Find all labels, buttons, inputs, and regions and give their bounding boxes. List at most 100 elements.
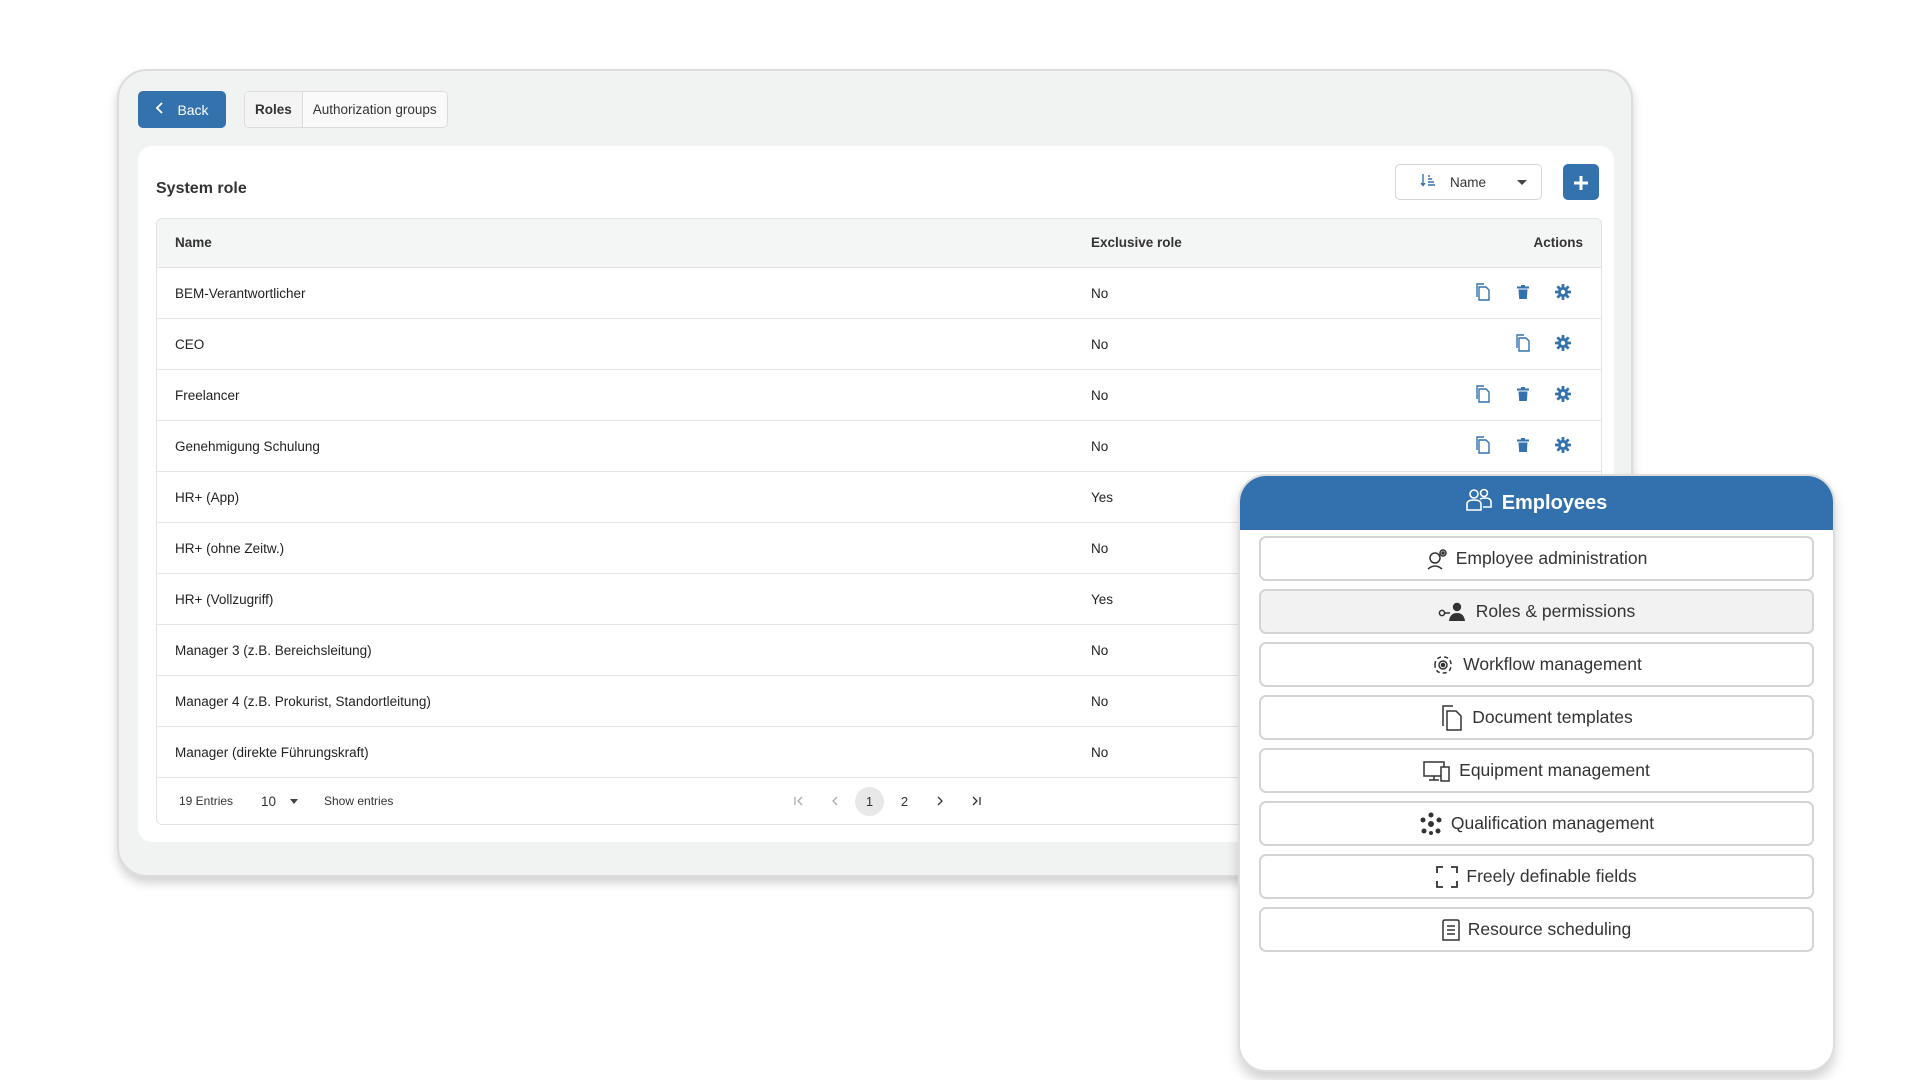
page-navigation: 1 2 — [785, 786, 989, 816]
delete-role-button[interactable] — [1503, 380, 1543, 410]
menu-item-document-templates[interactable]: Document templates — [1259, 695, 1814, 740]
menu-item-label: Freely definable fields — [1466, 866, 1637, 886]
exclusive-role-value: Yes — [1091, 489, 1114, 505]
exclusive-role-value: No — [1091, 387, 1109, 403]
copy-icon — [1475, 384, 1491, 406]
copy-icon — [1475, 282, 1491, 304]
role-name: BEM-Verantwortlicher — [175, 285, 306, 301]
page-2-button[interactable]: 2 — [890, 787, 919, 816]
back-button[interactable]: Back — [138, 91, 226, 128]
top-bar: Back Roles Authorization groups — [138, 91, 448, 128]
role-name: Freelancer — [175, 387, 240, 403]
delete-role-button[interactable] — [1503, 431, 1543, 461]
sort-ascending-icon — [1420, 172, 1442, 192]
last-page-icon — [972, 796, 981, 806]
table-row: Genehmigung Schulung No — [157, 421, 1601, 472]
workflow-gear-icon — [1431, 654, 1455, 676]
sort-select[interactable]: Name — [1395, 164, 1542, 200]
delete-role-button[interactable] — [1503, 278, 1543, 308]
role-settings-button[interactable] — [1543, 278, 1583, 308]
exclusive-role-value: No — [1091, 285, 1109, 301]
menu-item-workflow-management[interactable]: Workflow management — [1259, 642, 1814, 687]
exclusive-role-value: No — [1091, 642, 1109, 658]
devices-icon — [1423, 760, 1451, 782]
employees-panel: Employees Employee administration Roles &… — [1238, 474, 1835, 1072]
per-page-value: 10 — [261, 793, 277, 809]
employees-menu: Employee administration Roles & permissio… — [1240, 530, 1833, 952]
role-name: HR+ (Vollzugriff) — [175, 591, 274, 607]
sort-selected-value: Name — [1450, 174, 1487, 190]
menu-item-label: Employee administration — [1455, 548, 1648, 568]
copy-role-button[interactable] — [1463, 431, 1503, 461]
gear-icon — [1555, 334, 1571, 354]
copy-role-button[interactable] — [1463, 380, 1503, 410]
add-role-button[interactable] — [1563, 164, 1599, 200]
menu-item-employee-administration[interactable]: Employee administration — [1259, 536, 1814, 581]
role-name: Genehmigung Schulung — [175, 438, 320, 454]
role-settings-button[interactable] — [1543, 431, 1583, 461]
menu-item-label: Resource scheduling — [1467, 919, 1632, 939]
documents-icon — [1440, 704, 1464, 731]
last-page-button[interactable] — [960, 787, 989, 816]
menu-item-label: Qualification management — [1450, 813, 1655, 833]
tab-roles[interactable]: Roles — [245, 92, 303, 127]
tab-bar: Roles Authorization groups — [244, 91, 448, 128]
employees-panel-header: Employees — [1240, 476, 1833, 530]
per-page-select[interactable]: 10 — [261, 793, 299, 809]
copy-role-button[interactable] — [1463, 278, 1503, 308]
menu-item-equipment-management[interactable]: Equipment management — [1259, 748, 1814, 793]
copy-role-button[interactable] — [1503, 329, 1543, 359]
trash-icon — [1517, 386, 1529, 404]
role-name: HR+ (App) — [175, 489, 240, 505]
table-header: Name Exclusive role Actions — [157, 219, 1601, 268]
first-page-button[interactable] — [785, 787, 814, 816]
role-name: HR+ (ohne Zeitw.) — [175, 540, 285, 556]
menu-item-roles-and-permissions[interactable]: Roles & permissions — [1259, 589, 1814, 634]
chevron-left-icon — [155, 101, 165, 118]
back-button-label: Back — [177, 101, 209, 118]
show-entries-label: Show entries — [324, 794, 394, 808]
page-1-button[interactable]: 1 — [855, 786, 884, 816]
gear-icon — [1555, 385, 1571, 405]
tab-authorization-groups[interactable]: Authorization groups — [303, 92, 447, 127]
menu-item-resource-scheduling[interactable]: Resource scheduling — [1259, 907, 1814, 952]
clipboard-list-icon — [1442, 918, 1460, 942]
menu-item-label: Equipment management — [1459, 760, 1650, 780]
row-actions — [1463, 278, 1583, 308]
gear-icon — [1555, 283, 1571, 303]
trash-icon — [1517, 284, 1529, 302]
exclusive-role-value: No — [1091, 744, 1109, 760]
menu-item-label: Document templates — [1472, 707, 1633, 727]
column-header-name[interactable]: Name — [175, 235, 212, 250]
chevron-down-icon — [1517, 179, 1527, 185]
exclusive-role-value: Yes — [1091, 591, 1114, 607]
copy-icon — [1515, 333, 1531, 355]
row-actions — [1503, 329, 1583, 359]
chevron-down-icon — [290, 798, 299, 804]
roles-key-icon — [1438, 602, 1468, 622]
employees-group-icon — [1465, 488, 1492, 518]
role-settings-button[interactable] — [1543, 329, 1583, 359]
role-settings-button[interactable] — [1543, 380, 1583, 410]
employee-settings-icon — [1426, 548, 1448, 570]
menu-item-qualification-management[interactable]: Qualification management — [1259, 801, 1814, 846]
entries-count: 19 Entries — [179, 794, 234, 808]
expand-fields-icon — [1436, 865, 1459, 888]
table-row: Freelancer No — [157, 370, 1601, 421]
exclusive-role-value: No — [1091, 540, 1109, 556]
table-row: CEO No — [157, 319, 1601, 370]
chevron-right-icon — [937, 796, 943, 806]
role-name: Manager 3 (z.B. Bereichsleitung) — [175, 642, 372, 658]
row-actions — [1463, 431, 1583, 461]
menu-item-freely-definable-fields[interactable]: Freely definable fields — [1259, 854, 1814, 899]
next-page-button[interactable] — [925, 787, 954, 816]
exclusive-role-value: No — [1091, 336, 1109, 352]
menu-item-label: Roles & permissions — [1475, 601, 1636, 621]
plus-icon — [1573, 169, 1589, 195]
prev-page-button[interactable] — [820, 787, 849, 816]
column-header-actions: Actions — [1533, 234, 1583, 250]
column-header-exclusive[interactable]: Exclusive role — [1091, 235, 1182, 250]
exclusive-role-value: No — [1091, 693, 1109, 709]
table-row: BEM-Verantwortlicher No — [157, 268, 1601, 319]
trash-icon — [1517, 437, 1529, 455]
